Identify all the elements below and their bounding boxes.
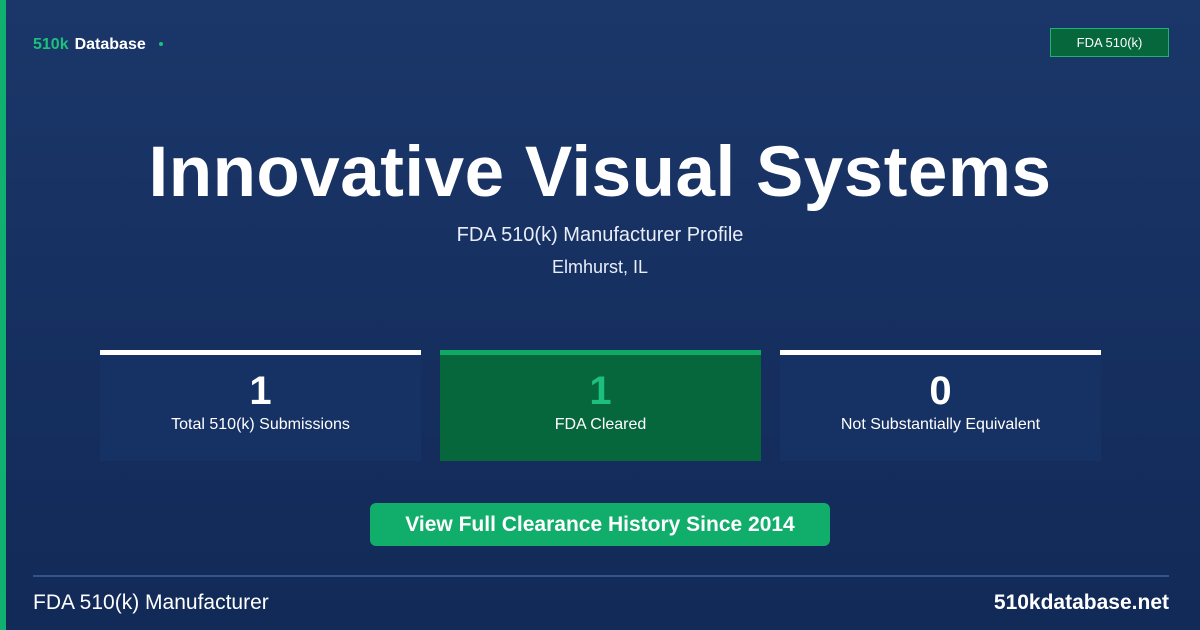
page-subtitle: FDA 510(k) Manufacturer Profile — [456, 224, 744, 246]
stat-label: FDA Cleared — [554, 416, 647, 433]
stat-label: Total 510(k) Submissions — [171, 416, 350, 433]
brand-name: Database — [74, 36, 146, 53]
brand-highlight: 510k — [33, 36, 69, 53]
brand-logo[interactable]: 510k Database — [33, 36, 163, 54]
stat-card-total-submissions: 1 Total 510(k) Submissions — [100, 350, 421, 461]
stat-card-fda-cleared: 1 FDA Cleared — [440, 350, 761, 461]
view-clearance-history-button[interactable]: View Full Clearance History Since 2014 — [370, 503, 830, 546]
page-title: Innovative Visual Systems — [148, 133, 1052, 212]
dot-icon — [158, 41, 163, 46]
stat-value: 0 — [929, 369, 952, 413]
stat-label: Not Substantially Equivalent — [840, 416, 1041, 433]
left-accent-bar — [0, 0, 6, 630]
fda-510k-badge: FDA 510(k) — [1050, 28, 1169, 57]
stat-card-not-equivalent: 0 Not Substantially Equivalent — [780, 350, 1101, 461]
footer-divider — [33, 575, 1169, 577]
footer-site-link[interactable]: 510kdatabase.net — [994, 591, 1169, 615]
footer-label: FDA 510(k) Manufacturer — [33, 591, 269, 614]
stat-value: 1 — [249, 369, 272, 413]
stat-value: 1 — [589, 369, 612, 413]
manufacturer-location: Elmhurst, IL — [551, 257, 649, 277]
